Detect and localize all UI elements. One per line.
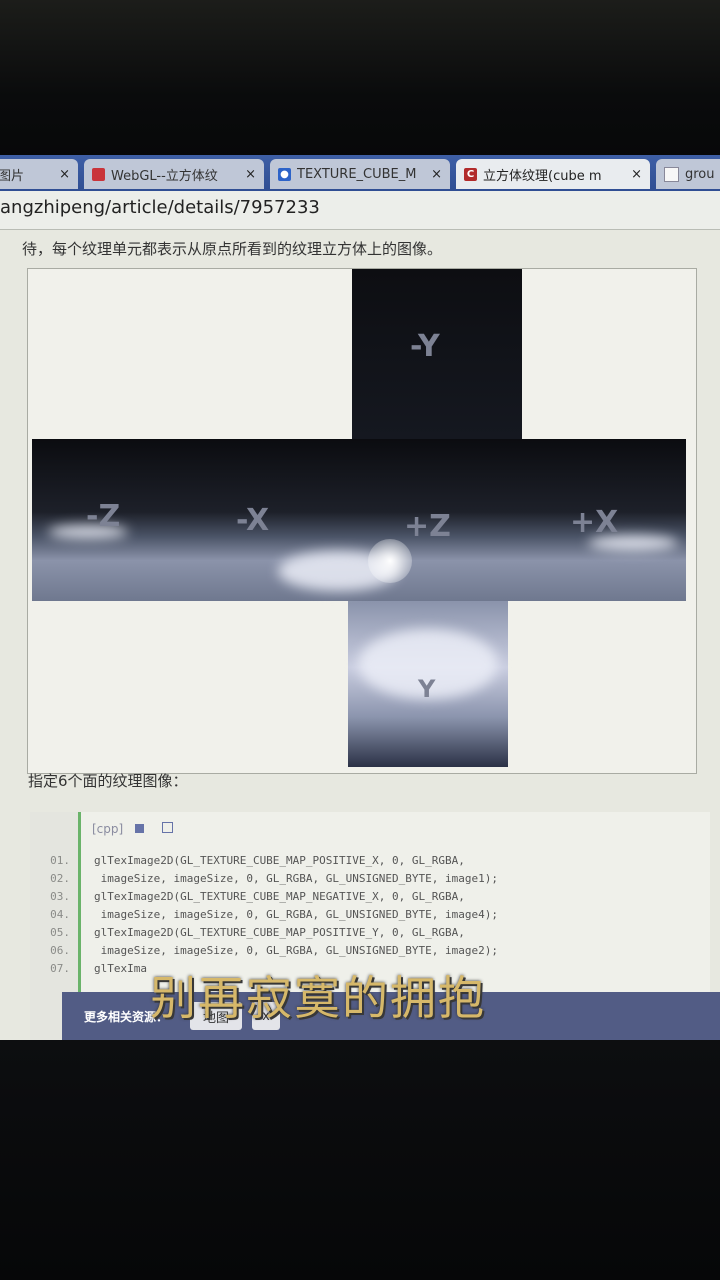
bookmark-icon	[92, 167, 105, 181]
line-number: 07.	[50, 962, 70, 975]
line-code: glTexImage2D(GL_TEXTURE_CUBE_MAP_POSITIV…	[94, 926, 465, 939]
label-neg-x: -X	[236, 503, 270, 538]
code-line: 02. imageSize, imageSize, 0, GL_RGBA, GL…	[30, 872, 498, 885]
label-pos-y: Y	[418, 675, 436, 703]
line-code: glTexImage2D(GL_TEXTURE_CUBE_MAP_POSITIV…	[94, 854, 465, 867]
cubemap-figure: -Y -Z -X +Z +X Y	[27, 268, 697, 774]
code-line: 03. glTexImage2D(GL_TEXTURE_CUBE_MAP_NEGA…	[30, 890, 465, 903]
tab-label: TEXTURE_CUBE_M	[297, 166, 417, 182]
close-icon[interactable]: ×	[631, 167, 642, 182]
close-icon[interactable]: ×	[59, 167, 70, 182]
spec-text: 指定6个面的纹理图像：	[28, 772, 188, 790]
browser-tab-bar: 图片 × WebGL--立方体纹 × ● TEXTURE_CUBE_M × C …	[0, 155, 720, 191]
copy-icon[interactable]	[161, 822, 173, 833]
csdn-c-icon: C	[464, 167, 477, 181]
label-neg-y: -Y	[410, 329, 440, 364]
line-code: glTexImage2D(GL_TEXTURE_CUBE_MAP_NEGATIV…	[94, 890, 465, 903]
sun	[368, 539, 412, 583]
monitor-bezel-top	[0, 0, 720, 160]
line-code: imageSize, imageSize, 0, GL_RGBA, GL_UNS…	[94, 908, 498, 921]
paw-icon: ●	[278, 167, 291, 181]
line-number: 01.	[50, 854, 70, 867]
tab-texture-cube[interactable]: ● TEXTURE_CUBE_M ×	[270, 159, 450, 189]
video-subtitle: 别再寂寞的拥抱	[150, 971, 486, 1025]
code-line: 07. glTexIma	[30, 962, 147, 975]
line-number: 02.	[50, 872, 70, 885]
line-number: 03.	[50, 890, 70, 903]
tab-label: WebGL--立方体纹	[111, 168, 218, 184]
close-icon[interactable]: ×	[245, 167, 256, 182]
line-number: 05.	[50, 926, 70, 939]
tab-images[interactable]: 图片 ×	[0, 159, 78, 189]
code-line: 01. glTexImage2D(GL_TEXTURE_CUBE_MAP_POSI…	[30, 854, 465, 867]
view-plain-icon[interactable]	[135, 824, 145, 833]
label-neg-z: -Z	[86, 499, 121, 534]
close-icon[interactable]: ×	[431, 167, 442, 182]
tab-cube-texture[interactable]: C 立方体纹理(cube m ×	[456, 159, 650, 189]
document-icon	[664, 166, 679, 182]
line-number: 04.	[50, 908, 70, 921]
article-page: 待，每个纹理单元都表示从原点所看到的纹理立方体上的图像。 -Y -Z -X +Z…	[0, 230, 720, 1040]
tab-group[interactable]: grou	[656, 159, 720, 189]
code-language-link[interactable]: [cpp]	[92, 822, 123, 836]
monitor-bezel-bottom	[0, 1040, 720, 1280]
tab-label: 图片	[0, 168, 25, 184]
tab-label: grou	[685, 166, 715, 182]
line-code: imageSize, imageSize, 0, GL_RGBA, GL_UNS…	[94, 944, 498, 957]
tab-label: 立方体纹理(cube m	[483, 168, 602, 184]
code-line: 06. imageSize, imageSize, 0, GL_RGBA, GL…	[30, 944, 498, 957]
line-code: glTexIma	[94, 962, 147, 975]
code-line: 05. glTexImage2D(GL_TEXTURE_CUBE_MAP_POSI…	[30, 926, 465, 939]
line-code: imageSize, imageSize, 0, GL_RGBA, GL_UNS…	[94, 872, 498, 885]
label-pos-x: +X	[570, 505, 619, 540]
code-toolbar: [cpp]	[92, 822, 173, 836]
line-number: 06.	[50, 944, 70, 957]
address-bar[interactable]: angzhipeng/article/details/7957233	[0, 191, 720, 230]
url-text: angzhipeng/article/details/7957233	[0, 197, 320, 218]
tab-webgl-cube[interactable]: WebGL--立方体纹 ×	[84, 159, 264, 189]
code-line: 04. imageSize, imageSize, 0, GL_RGBA, GL…	[30, 908, 498, 921]
intro-text: 待，每个纹理单元都表示从原点所看到的纹理立方体上的图像。	[22, 240, 443, 258]
label-pos-z: +Z	[404, 509, 451, 544]
